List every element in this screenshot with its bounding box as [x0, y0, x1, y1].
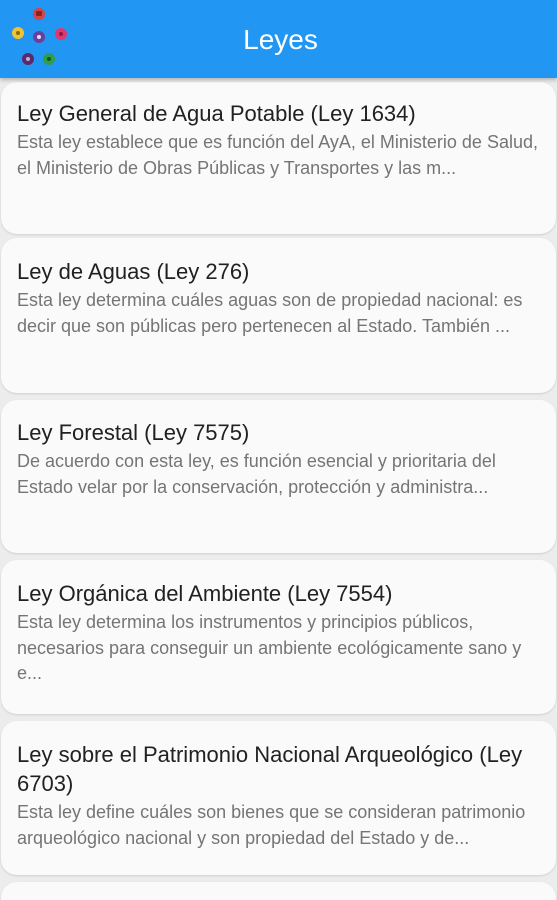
law-title: Ley Orgánica del Ambiente (Ley 7554) — [17, 581, 393, 606]
page-title: Leyes — [243, 24, 318, 55]
law-description: Esta ley establece que es función del Ay… — [17, 132, 538, 178]
law-card[interactable]: Ley de Aguas (Ley 276) Esta ley determin… — [1, 238, 556, 393]
law-card-partial[interactable] — [1, 882, 556, 900]
law-card[interactable]: Ley Forestal (Ley 7575) De acuerdo con e… — [1, 400, 556, 553]
law-description: Esta ley determina cuáles aguas son de p… — [17, 290, 523, 336]
law-title: Ley de Aguas (Ley 276) — [17, 259, 250, 284]
law-description: De acuerdo con esta ley, es función esen… — [17, 451, 496, 497]
law-card[interactable]: Ley sobre el Patrimonio Nacional Arqueol… — [1, 721, 556, 875]
law-title: Ley Forestal (Ley 7575) — [17, 420, 250, 445]
law-description: Esta ley define cuáles son bienes que se… — [17, 802, 526, 848]
law-title: Ley sobre el Patrimonio Nacional Arqueol… — [17, 742, 523, 796]
laws-list[interactable]: Ley General de Agua Potable (Ley 1634) E… — [0, 78, 557, 900]
app-screen: Leyes Ley General de Agua Potable (Ley 1… — [0, 0, 557, 900]
law-card[interactable]: Ley Orgánica del Ambiente (Ley 7554) Est… — [1, 560, 556, 714]
law-description: Esta ley determina los instrumentos y pr… — [17, 612, 522, 683]
app-bar: Leyes — [0, 0, 557, 78]
law-title: Ley General de Agua Potable (Ley 1634) — [17, 101, 416, 126]
law-card[interactable]: Ley General de Agua Potable (Ley 1634) E… — [1, 82, 556, 234]
